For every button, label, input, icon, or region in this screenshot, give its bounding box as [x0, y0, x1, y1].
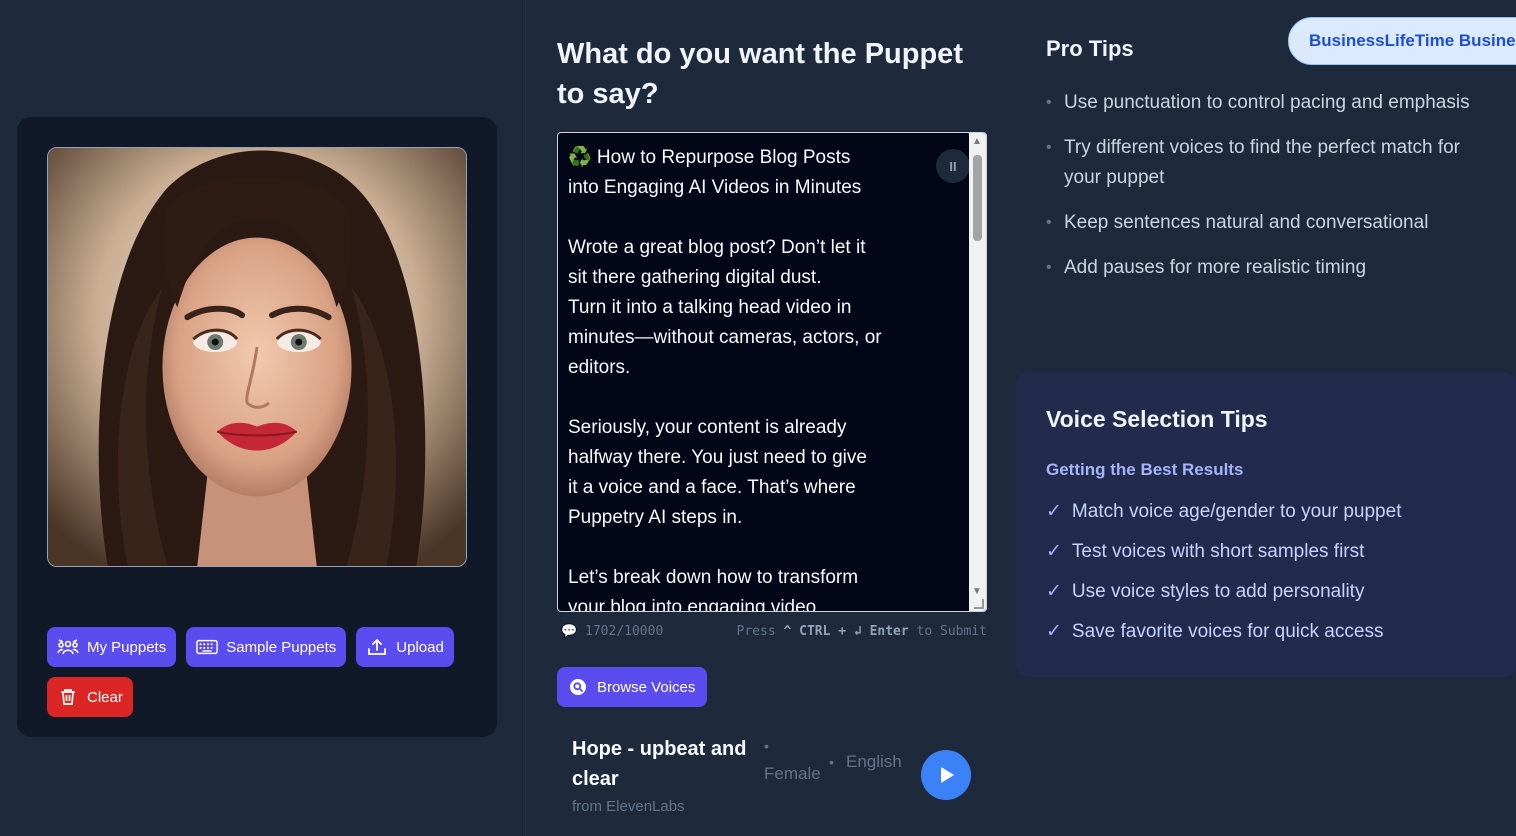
voice-tip-text: Match voice age/gender to your puppet: [1071, 501, 1402, 522]
check-icon: ✓: [1046, 621, 1062, 642]
plan-badge[interactable]: BusinessLifeTime Business: [1288, 17, 1516, 65]
search-icon: [569, 678, 587, 696]
scroll-up-arrow-icon[interactable]: ▲: [972, 136, 982, 147]
submit-hint-prefix: Press: [736, 624, 776, 639]
list-item: ✓ Save favorite voices for quick access: [1046, 617, 1401, 647]
puppets-icon: [57, 638, 79, 656]
separator-dot: •: [829, 754, 834, 770]
pause-icon[interactable]: II: [936, 149, 970, 183]
puppet-image[interactable]: [47, 147, 467, 567]
left-panel: My Puppets Sample Puppets Upload Clear: [0, 0, 526, 836]
browse-voices-button[interactable]: Browse Voices: [557, 667, 708, 707]
list-item: ✓ Use voice styles to add personality: [1046, 577, 1401, 607]
voice-gender: Female: [764, 764, 821, 783]
my-puppets-button[interactable]: My Puppets: [47, 627, 177, 667]
pro-tips-title: Pro Tips: [1046, 36, 1134, 61]
voice-tips-list: ✓ Match voice age/gender to your puppet ✓…: [1046, 497, 1401, 657]
play-voice-button[interactable]: [921, 750, 971, 800]
browse-voices-label: Browse Voices: [597, 678, 696, 696]
textarea-scrollbar[interactable]: ▲ ▼: [969, 133, 986, 611]
voice-tip-text: Save favorite voices for quick access: [1071, 621, 1384, 642]
voice-tips-title: Voice Selection Tips: [1046, 406, 1268, 432]
voice-language: English: [846, 752, 902, 771]
voice-tip-text: Test voices with short samples first: [1071, 541, 1365, 562]
play-icon: [941, 767, 954, 783]
submit-hint: Press ^ CTRL + ↲ Enter to Submit: [737, 624, 987, 639]
sample-puppets-label: Sample Puppets: [226, 638, 337, 656]
upload-button[interactable]: Upload: [356, 627, 454, 667]
list-item: ✓ Test voices with short samples first: [1046, 537, 1401, 567]
check-icon: ✓: [1046, 581, 1062, 602]
submit-hint-keys: ^ CTRL + ↲ Enter: [783, 624, 909, 639]
separator-dot: •: [764, 738, 769, 754]
scroll-thumb[interactable]: [973, 155, 982, 241]
my-puppets-label: My Puppets: [87, 638, 167, 656]
script-textarea[interactable]: ♻️ How to Repurpose Blog Posts into Enga…: [557, 132, 987, 612]
clear-button[interactable]: Clear: [47, 677, 133, 717]
tips-panel: BusinessLifeTime Business Pro Tips Use p…: [1016, 0, 1516, 836]
sample-puppets-button[interactable]: Sample Puppets: [186, 627, 347, 667]
check-icon: ✓: [1046, 541, 1062, 562]
puppet-card: My Puppets Sample Puppets Upload Clear: [17, 117, 497, 737]
voice-name: Hope - upbeat and clear: [572, 738, 747, 790]
script-panel: What do you want the Puppet to say? ♻️ H…: [527, 0, 1007, 836]
speech-bubble-icon: 💬: [561, 624, 578, 639]
pro-tips-list: Use punctuation to control pacing and em…: [1046, 88, 1496, 298]
submit-hint-suffix: to Submit: [916, 624, 987, 639]
selected-voice-card: Hope - upbeat and clear • Female • Engli…: [557, 730, 987, 830]
voice-source: from ElevenLabs: [572, 798, 685, 815]
clear-label: Clear: [87, 688, 123, 706]
list-item: Try different voices to find the perfect…: [1046, 133, 1496, 193]
scroll-down-arrow-icon[interactable]: ▼: [972, 586, 982, 597]
voice-tips-subtitle: Getting the Best Results: [1046, 460, 1244, 479]
list-item: Add pauses for more realistic timing: [1046, 253, 1496, 283]
list-item: ✓ Match voice age/gender to your puppet: [1046, 497, 1401, 527]
script-text[interactable]: ♻️ How to Repurpose Blog Posts into Enga…: [568, 143, 958, 611]
prompt-title: What do you want the Puppet to say?: [557, 38, 963, 110]
resize-handle[interactable]: [974, 599, 984, 609]
keyboard-icon: [196, 638, 219, 656]
trash-icon: [57, 688, 79, 706]
upload-label: Upload: [396, 638, 444, 656]
list-item: Use punctuation to control pacing and em…: [1046, 88, 1496, 118]
check-icon: ✓: [1046, 501, 1062, 522]
textarea-meta: 💬 1702/10000 Press ^ CTRL + ↲ Enter to S…: [557, 624, 987, 642]
upload-icon: [366, 638, 388, 656]
puppet-portrait: [48, 148, 466, 566]
voice-tip-text: Use voice styles to add personality: [1071, 581, 1365, 602]
list-item: Keep sentences natural and conversationa…: [1046, 208, 1496, 238]
character-counter: 💬 1702/10000: [561, 624, 663, 639]
character-count: 1702/10000: [585, 624, 664, 639]
voice-selection-tips-card: Voice Selection Tips Getting the Best Re…: [1016, 372, 1516, 677]
